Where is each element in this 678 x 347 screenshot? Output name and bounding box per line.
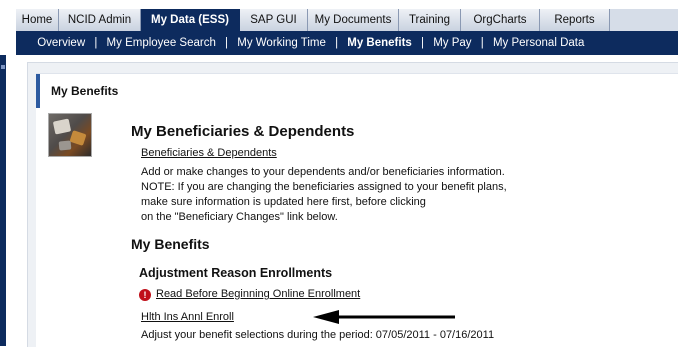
my-benefits-heading: My Benefits: [131, 236, 210, 252]
subnav-separator: |: [225, 37, 229, 49]
subnav-overview[interactable]: Overview: [37, 37, 85, 49]
top-tab-bar: Home NCID Admin My Data (ESS) SAP GUI My…: [16, 9, 678, 31]
tab-ncid-admin[interactable]: NCID Admin: [59, 9, 141, 31]
panel-header-accent: [36, 74, 40, 108]
subnav-my-pay[interactable]: My Pay: [433, 37, 471, 49]
subnav-separator: |: [335, 37, 339, 49]
arrow-left-icon: [313, 310, 455, 324]
enrollment-period-text: Adjust your benefit selections during th…: [141, 329, 495, 341]
subnav-separator: |: [421, 37, 425, 49]
puzzle-piece: [52, 118, 72, 135]
tab-my-documents[interactable]: My Documents: [308, 9, 399, 31]
beneficiaries-dependents-link[interactable]: Beneficiaries & Dependents: [141, 147, 277, 159]
tab-home[interactable]: Home: [16, 9, 59, 31]
tab-training[interactable]: Training: [399, 9, 461, 31]
collapse-handle[interactable]: [1, 65, 5, 69]
subnav-my-personal-data[interactable]: My Personal Data: [493, 37, 584, 49]
read-before-enrollment-link[interactable]: Read Before Beginning Online Enrollment: [156, 288, 360, 300]
panel-title: My Benefits: [51, 84, 119, 98]
left-edge-bar: [0, 55, 10, 346]
puzzle-piece: [58, 140, 72, 151]
warning-icon: !: [139, 289, 151, 301]
subnav-my-benefits[interactable]: My Benefits: [347, 37, 412, 49]
hlth-ins-annl-enroll-link[interactable]: Hlth Ins Annl Enroll: [141, 311, 234, 323]
puzzle-piece: [69, 130, 87, 146]
beneficiaries-description-line: make sure information is updated here fi…: [141, 196, 426, 208]
benefits-panel: My Benefits My Beneficiaries & Dependent…: [27, 62, 678, 347]
subnav-separator: |: [94, 37, 98, 49]
panel-header: My Benefits: [36, 73, 678, 109]
sub-navigation: Overview | My Employee Search | My Worki…: [16, 31, 678, 55]
beneficiaries-description-line: Add or make changes to your dependents a…: [141, 166, 505, 178]
tab-reports[interactable]: Reports: [540, 9, 610, 31]
adjustment-reason-subheading: Adjustment Reason Enrollments: [139, 266, 333, 280]
tab-sap-gui[interactable]: SAP GUI: [240, 9, 308, 31]
subnav-separator: |: [480, 37, 484, 49]
subnav-my-employee-search[interactable]: My Employee Search: [107, 37, 216, 49]
beneficiaries-description-line: on the "Beneficiary Changes" link below.: [141, 211, 338, 223]
tab-orgcharts[interactable]: OrgCharts: [461, 9, 540, 31]
left-edge-strip: [0, 55, 6, 346]
beneficiaries-description-line: NOTE: If you are changing the beneficiar…: [141, 181, 507, 193]
puzzle-image: [48, 113, 92, 157]
subnav-my-working-time[interactable]: My Working Time: [237, 37, 326, 49]
tab-my-data-ess[interactable]: My Data (ESS): [141, 9, 240, 31]
beneficiaries-heading: My Beneficiaries & Dependents: [131, 123, 355, 140]
